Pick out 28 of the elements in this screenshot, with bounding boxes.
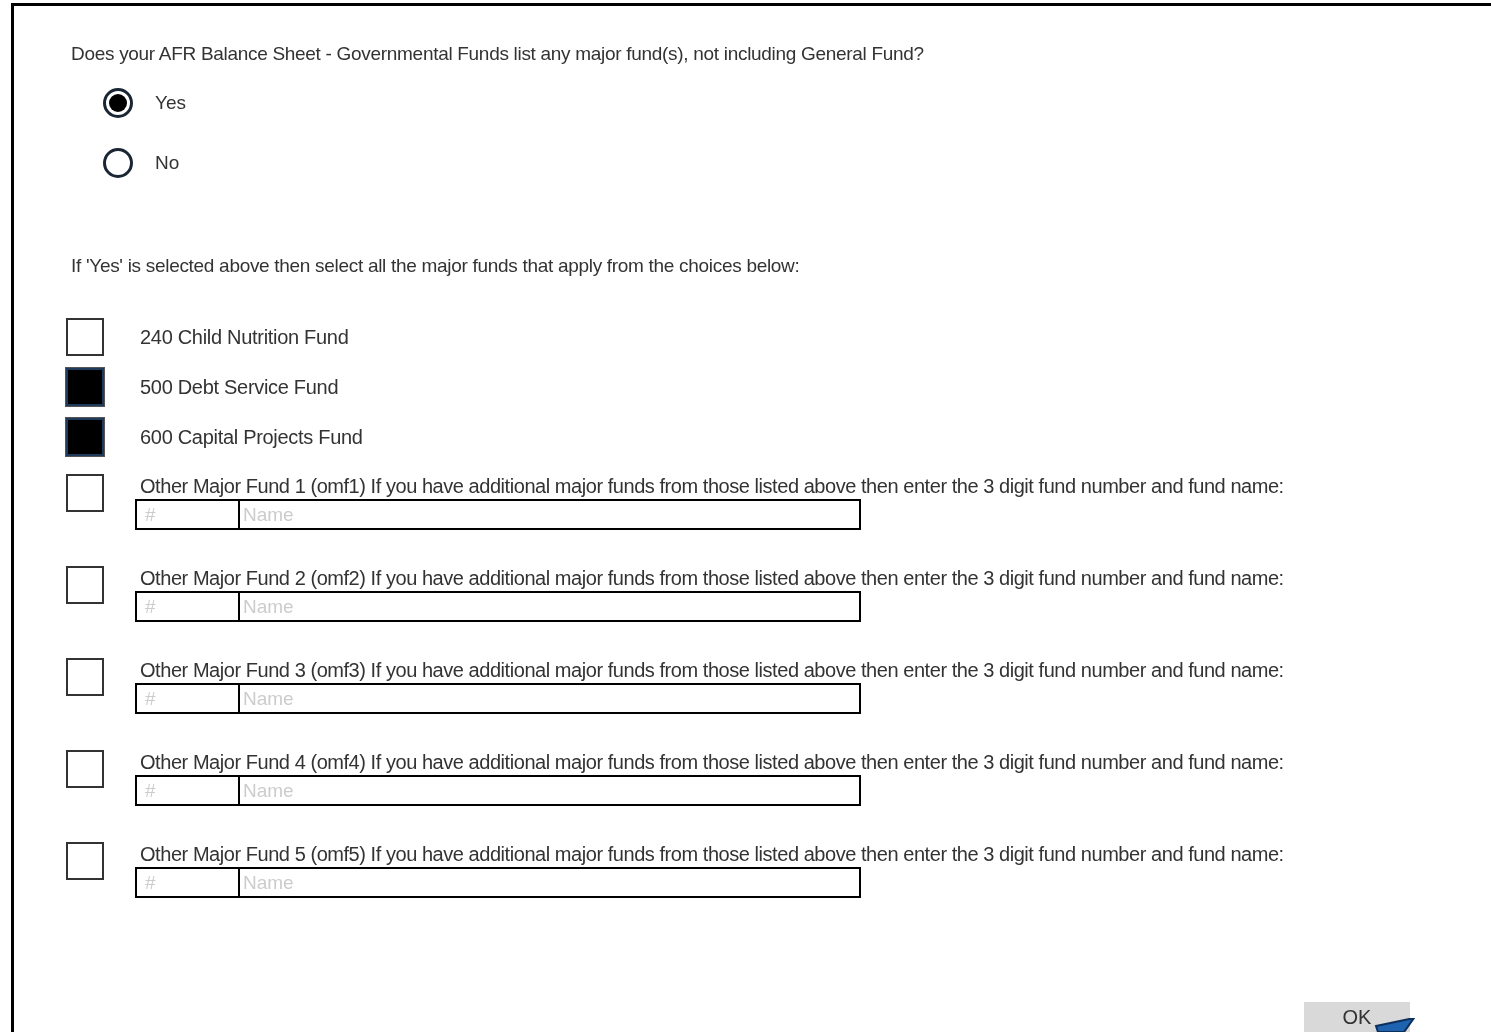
radio-button[interactable] <box>103 88 133 118</box>
fund-label: Other Major Fund 5 (omf5) If you have additional major funds from those listed above then enter the 3 digit fund number and fund name: <box>139 842 1284 866</box>
checkbox[interactable] <box>66 368 104 406</box>
option-label: No <box>155 150 180 175</box>
fund-label: Other Major Fund 1 (omf1) If you have additional major funds from those listed above then enter the 3 digit fund number and fund name: <box>139 474 1284 498</box>
fund-label: 600 Capital Projects Fund <box>140 425 363 450</box>
checkbox[interactable] <box>66 318 104 356</box>
checkbox[interactable] <box>66 474 104 512</box>
checkbox[interactable] <box>66 658 104 696</box>
fund-label: 240 Child Nutrition Fund <box>140 325 349 350</box>
checkbox[interactable] <box>66 842 104 880</box>
checkbox[interactable] <box>66 750 104 788</box>
fund-label: Other Major Fund 4 (omf4) If you have additional major funds from those listed above then enter the 3 digit fund number and fund name: <box>139 750 1284 774</box>
instruction-text: If 'Yes' is selected above then select all the major funds that apply from the choices below: <box>71 254 801 278</box>
fund-number-field[interactable]: # <box>135 591 240 622</box>
fund-number-field[interactable]: # <box>135 867 240 898</box>
fund-number-field[interactable]: # <box>135 775 240 806</box>
option-label: Yes <box>155 90 186 115</box>
question-text: Does your AFR Balance Sheet - Governmental Funds list any major fund(s), not including General Fund? <box>71 42 925 66</box>
fund-label: 500 Debt Service Fund <box>140 375 339 400</box>
fund-number-field[interactable]: # <box>135 683 240 714</box>
fund-label: Other Major Fund 2 (omf2) If you have additional major funds from those listed above then enter the 3 digit fund number and fund name: <box>139 566 1284 590</box>
radio-button[interactable] <box>103 148 133 178</box>
checkbox[interactable] <box>66 418 104 456</box>
checkbox[interactable] <box>66 566 104 604</box>
fund-number-field[interactable]: # <box>135 499 240 530</box>
fund-label: Other Major Fund 3 (omf3) If you have additional major funds from those listed above then enter the 3 digit fund number and fund name: <box>139 658 1284 682</box>
pointer-icon <box>1374 1018 1416 1032</box>
